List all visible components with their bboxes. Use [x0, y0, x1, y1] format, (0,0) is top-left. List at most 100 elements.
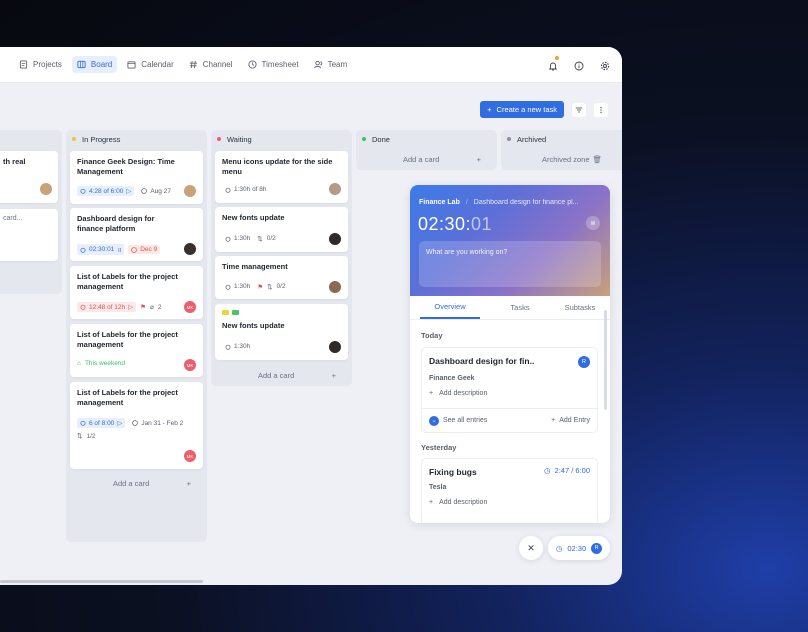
tab-overview[interactable]: Overview	[420, 296, 480, 319]
settings-button[interactable]	[600, 58, 610, 76]
timer-scrollbar[interactable]	[604, 310, 607, 410]
top-nav: Projects Board Calendar Channel Timeshee…	[0, 47, 622, 83]
time-chip[interactable]: 6 of 8:00 ▷	[77, 418, 126, 428]
card-title: Finance Geek Design: Time Management	[77, 157, 175, 176]
time-entry[interactable]: Fixing bugs ◷ 2:47 / 6:00 Tesla + Add de…	[421, 458, 598, 523]
filter-button[interactable]	[572, 102, 586, 117]
subtask-count: 0/2	[276, 283, 286, 290]
nav-calendar[interactable]: Calendar	[122, 56, 178, 73]
time-chip[interactable]: 1:30h of 8h	[222, 185, 270, 194]
date-label: Aug 27	[150, 187, 171, 195]
add-card-button[interactable]: Add a card +	[258, 371, 336, 380]
close-timer-button[interactable]: ✕	[519, 536, 543, 560]
avatar	[329, 341, 341, 353]
task-card[interactable]: Dashboard design for finance platform 02…	[70, 208, 203, 261]
column-title: In Progress	[82, 134, 121, 144]
column-done: Done Add a card +	[356, 130, 497, 170]
time-chip[interactable]: 12:48 of 12h ▷	[77, 302, 137, 312]
task-card[interactable]: List of Labels for the project managemen…	[70, 324, 203, 377]
avatar	[329, 183, 341, 195]
entry-project: Finance Geek	[429, 375, 475, 382]
column-title: Waiting	[227, 134, 252, 144]
time-chip-label: 6 of 8:00	[89, 419, 115, 427]
avatar	[184, 185, 196, 197]
add-description-button[interactable]: + Add description	[429, 499, 487, 506]
work-description-input[interactable]: What are you working on?	[419, 241, 601, 287]
time-chip[interactable]: 4:28 of 6:00 ▷	[77, 186, 135, 196]
attachment-count: 2	[157, 303, 162, 311]
add-card-label: Add a card	[403, 155, 440, 164]
subtask-count: 0/2	[266, 235, 276, 242]
date-chip: Aug 27	[138, 187, 174, 196]
add-card-button[interactable]: Add a card +	[403, 155, 481, 164]
add-card-label: Add a card	[113, 479, 150, 488]
entry-footer: ⌄ See all entries + Add Entry	[422, 408, 597, 432]
partial-card[interactable]: card...	[0, 209, 58, 261]
column-title: Archived	[517, 134, 547, 144]
add-description-label: Add description	[439, 499, 488, 506]
timer-task[interactable]: Dashboard design for finance pl...	[474, 199, 579, 206]
time-chip[interactable]: 1:30h	[222, 282, 253, 291]
task-card[interactable]: Time management 1:30h ⚑ ⇅ 0/2	[215, 256, 348, 299]
task-card[interactable]: List of Labels for the project managemen…	[70, 266, 203, 319]
pause-button[interactable]	[586, 216, 600, 230]
time-chip[interactable]: 02:30:01 ॥	[77, 244, 125, 255]
archived-zone[interactable]: Archived zone 🗑	[542, 155, 602, 164]
notifications-button[interactable]	[548, 56, 559, 76]
card-meta: 6 of 8:00 ▷ Jan 31 - Feb 2	[77, 418, 186, 428]
entry-time-label: 2:47 / 6:00	[554, 466, 590, 475]
tab-subtasks[interactable]: Subtasks	[550, 296, 610, 319]
flag-icon: ⚑	[140, 304, 146, 311]
close-icon: ✕	[527, 542, 535, 553]
horizontal-scrollbar[interactable]	[0, 580, 203, 583]
clock-icon	[132, 420, 139, 426]
partial-card-text: card...	[3, 215, 23, 222]
time-chip-label: 1:30h	[234, 283, 251, 290]
card-title: New fonts update	[222, 321, 285, 330]
task-card[interactable]: Menu icons update for the side menu 1:30…	[215, 151, 348, 203]
add-entry-button[interactable]: + Add Entry	[551, 417, 590, 424]
partial-card[interactable]: th real	[0, 151, 58, 203]
time-chip[interactable]: 1:30h	[222, 234, 253, 243]
create-task-button[interactable]: + Create a new task	[480, 101, 564, 118]
card-title: List of Labels for the project managemen…	[77, 272, 178, 291]
avatar: R	[578, 356, 590, 368]
status-dot	[72, 137, 76, 141]
info-button[interactable]	[574, 58, 584, 76]
nav-projects[interactable]: Projects	[14, 56, 67, 73]
card-title: Dashboard design for finance platform	[77, 214, 155, 233]
column-partial: th real card...	[0, 130, 62, 294]
time-chip[interactable]: 1:30h	[222, 342, 253, 351]
card-meta: 1:30h ⇅ 0/2	[222, 234, 276, 243]
nav-team[interactable]: Team	[309, 56, 353, 73]
work-description-placeholder: What are you working on?	[426, 249, 508, 256]
card-title: Time management	[222, 262, 288, 271]
entry-time[interactable]: ◷ 2:47 / 6:00	[544, 466, 590, 475]
status-dot	[362, 137, 366, 141]
nav-board[interactable]: Board	[71, 56, 118, 73]
more-vertical-icon	[600, 106, 602, 113]
app-window: Projects Board Calendar Channel Timeshee…	[0, 47, 622, 585]
time-entry[interactable]: Dashboard design for fin.. R Finance Gee…	[421, 347, 598, 433]
task-card[interactable]: New fonts update 1:30h	[215, 304, 348, 360]
nav-timesheet[interactable]: Timesheet	[243, 56, 304, 73]
task-card[interactable]: New fonts update 1:30h ⇅ 0/2	[215, 207, 348, 252]
board-icon	[77, 60, 86, 69]
avatar: MK	[184, 301, 196, 313]
timer-project[interactable]: Finance Lab	[419, 199, 460, 206]
entry-title: Dashboard design for fin..	[429, 356, 535, 366]
see-all-entries-button[interactable]: ⌄ See all entries	[429, 415, 487, 426]
task-card[interactable]: Finance Geek Design: Time Management 4:2…	[70, 151, 203, 204]
team-icon	[313, 60, 322, 69]
timer-breadcrumb: Finance Lab / Dashboard design for finan…	[419, 199, 578, 206]
task-card[interactable]: List of Labels for the project managemen…	[70, 382, 203, 469]
more-button[interactable]	[594, 102, 608, 117]
running-timer-pill[interactable]: ◷ 02:30 R	[548, 536, 610, 560]
add-card-button[interactable]: Add a card +	[113, 479, 191, 488]
label-tag	[232, 310, 239, 315]
nav-channel[interactable]: Channel	[184, 56, 238, 73]
tab-tasks[interactable]: Tasks	[490, 296, 550, 319]
plus-icon: +	[429, 390, 434, 397]
add-description-button[interactable]: + Add description	[429, 390, 487, 397]
avatar	[329, 281, 341, 293]
